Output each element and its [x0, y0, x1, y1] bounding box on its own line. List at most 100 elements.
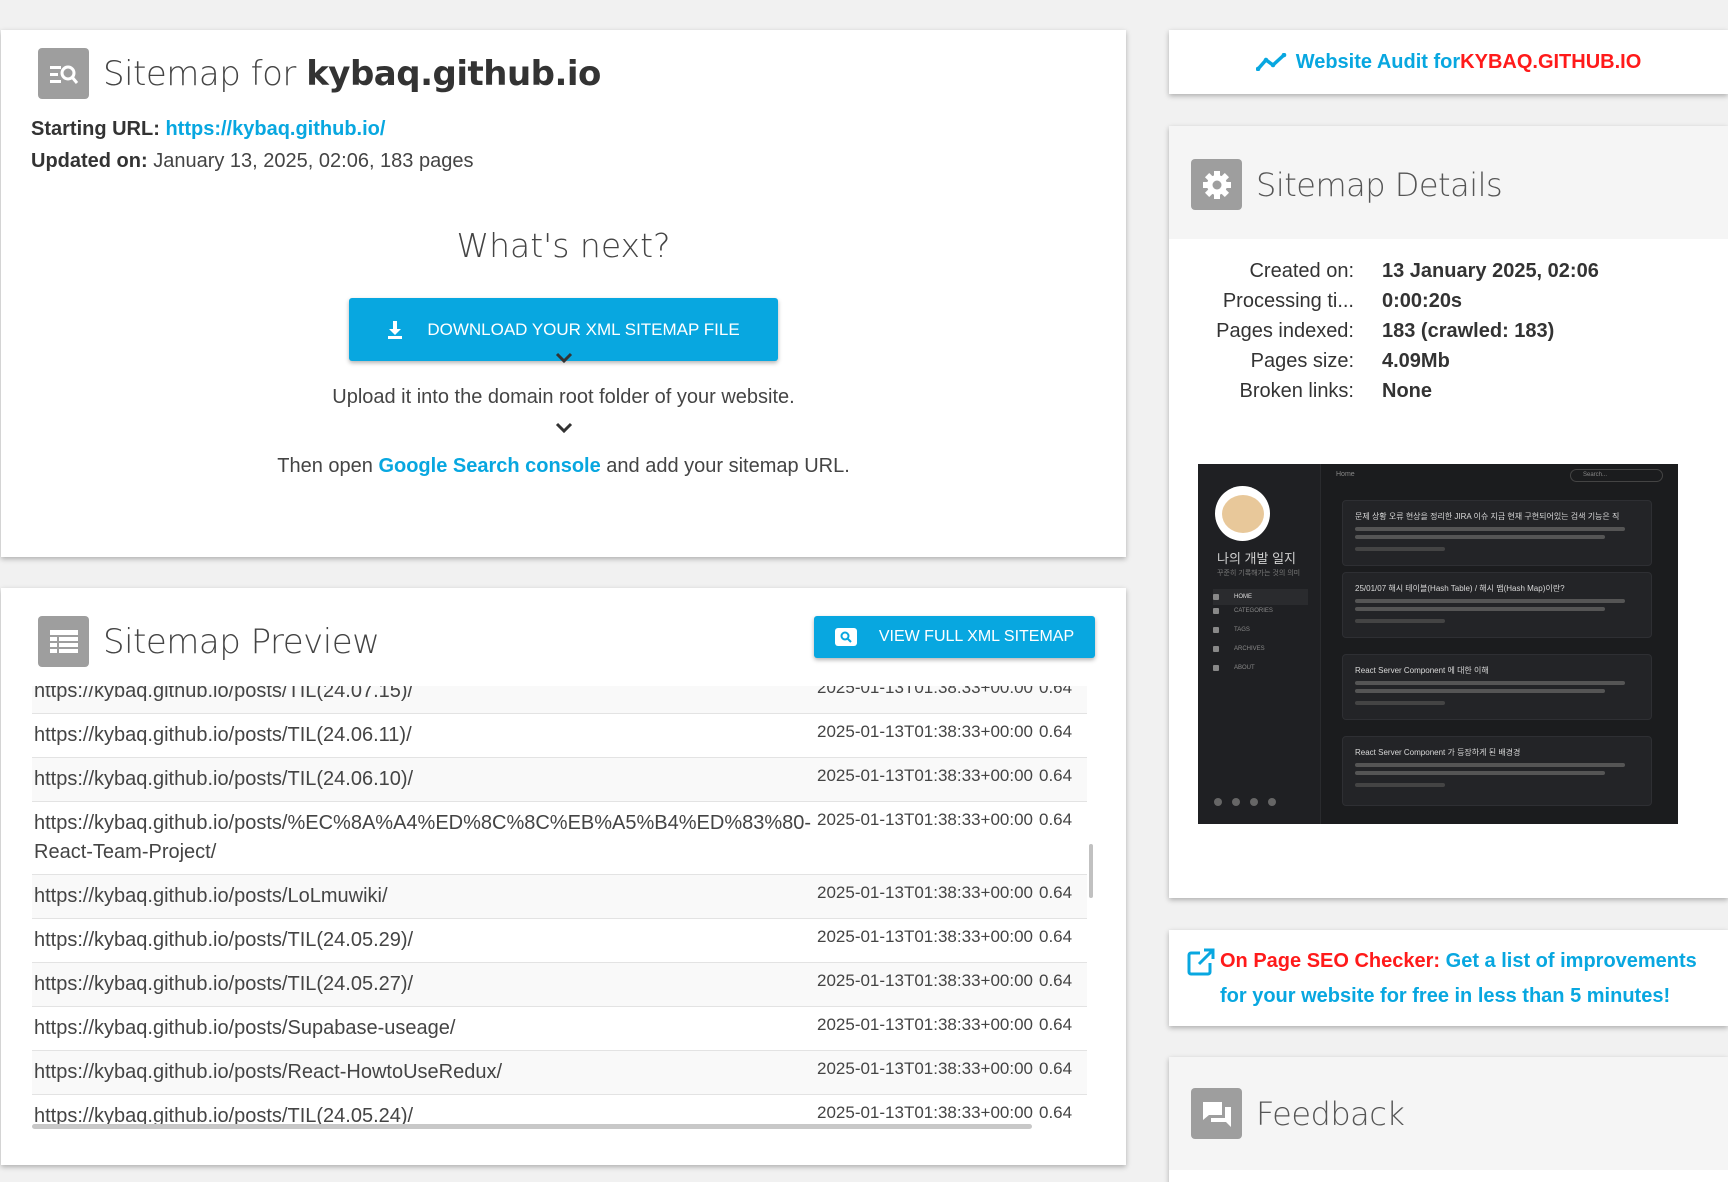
- row-url[interactable]: https://kybaq.github.io/posts/Supabase-u…: [32, 1014, 817, 1043]
- row-lastmod: 2025-01-13T01:38:33+00:00: [817, 722, 1033, 741]
- row-lastmod: 2025-01-13T01:38:33+00:00: [817, 686, 1033, 697]
- row-url[interactable]: https://kybaq.github.io/posts/TIL(24.05.…: [32, 926, 817, 955]
- detail-value: None: [1382, 379, 1432, 402]
- table-row: https://kybaq.github.io/posts/LoLmuwiki/…: [32, 875, 1087, 919]
- detail-row: Processing ti... 0:00:20s: [1169, 286, 1728, 316]
- row-priority: 0.64: [1039, 686, 1073, 697]
- row-lastmod: 2025-01-13T01:38:33+00:00: [817, 766, 1033, 785]
- row-lastmod: 2025-01-13T01:38:33+00:00: [817, 810, 1033, 829]
- sitemap-table[interactable]: https://kybaq.github.io/posts/TIL(24.07.…: [32, 686, 1095, 1132]
- starting-url-line: Starting URL: https://kybaq.github.io/: [31, 118, 386, 140]
- preview-header: Sitemap Preview: [38, 616, 380, 667]
- detail-value: 4.09Mb: [1382, 349, 1450, 372]
- screenshot-nav-item: CATEGORIES: [1213, 608, 1273, 614]
- sitemap-preview-card: Sitemap Preview VIEW FULL XML SITEMAP ht…: [1, 588, 1126, 1165]
- table-row: https://kybaq.github.io/posts/TIL(24.06.…: [32, 758, 1087, 802]
- avatar: [1215, 486, 1270, 541]
- seo-checker-text: On Page SEO Checker: Get a list of impro…: [1220, 950, 1697, 1007]
- row-lastmod: 2025-01-13T01:38:33+00:00: [817, 883, 1033, 902]
- row-priority: 0.64: [1039, 971, 1073, 990]
- detail-label: Processing ti...: [1222, 289, 1354, 312]
- search-console-instruction: Then open Google Search console and add …: [277, 455, 850, 477]
- view-full-xml-sitemap-button[interactable]: VIEW FULL XML SITEMAP: [814, 616, 1095, 658]
- row-lastmod: 2025-01-13T01:38:33+00:00: [817, 1059, 1033, 1078]
- details-header: Sitemap Details: [1169, 126, 1728, 239]
- row-url[interactable]: https://kybaq.github.io/posts/TIL(24.06.…: [32, 721, 817, 750]
- google-search-console-link[interactable]: Google Search console: [378, 455, 600, 477]
- detail-value: 13 January 2025, 02:06: [1382, 259, 1599, 282]
- seo-checker-card[interactable]: On Page SEO Checker: Get a list of impro…: [1169, 930, 1728, 1026]
- detail-row: Pages indexed: 183 (crawled: 183): [1169, 316, 1728, 346]
- screenshot-sidebar: 나의 개발 일지 꾸준히 기록해가는 것의 의미 HOME CATEGORIES T…: [1198, 464, 1321, 824]
- updated-line: Updated on: January 13, 2025, 02:06, 183…: [31, 150, 474, 172]
- detail-row: Created on: 13 January 2025, 02:06: [1169, 256, 1728, 286]
- sitemap-header: Sitemap for kybaq.github.io: [38, 48, 601, 99]
- detail-row: Broken links: None: [1169, 376, 1728, 406]
- external-link-icon: [1187, 948, 1215, 976]
- row-url[interactable]: https://kybaq.github.io/posts/LoLmuwiki/: [32, 882, 817, 911]
- row-priority: 0.64: [1039, 810, 1073, 829]
- search-icon: [834, 628, 857, 646]
- detail-value: 0:00:20s: [1382, 289, 1463, 312]
- row-priority: 0.64: [1039, 927, 1073, 946]
- horizontal-scrollbar[interactable]: [32, 1124, 1032, 1129]
- starting-url-link[interactable]: https://kybaq.github.io/: [165, 118, 385, 140]
- website-screenshot: 나의 개발 일지 꾸준히 기록해가는 것의 의미 HOME CATEGORIES T…: [1198, 464, 1678, 824]
- screenshot-post-card: 25/01/07 해시 테이블(Hash Table) / 해시 맵(Hash …: [1342, 572, 1652, 638]
- detail-label: Pages size:: [1250, 349, 1354, 372]
- row-lastmod: 2025-01-13T01:38:33+00:00: [817, 971, 1033, 990]
- chevron-down-icon: [555, 422, 573, 434]
- row-priority: 0.64: [1039, 883, 1073, 902]
- sitemap-search-icon: [38, 48, 89, 99]
- screenshot-post-card: React Server Component 에 대한 이해: [1342, 654, 1652, 720]
- social-icons: [1214, 798, 1286, 806]
- screenshot-nav-item: TAGS: [1213, 627, 1250, 633]
- row-url[interactable]: https://kybaq.github.io/posts/React-Howt…: [32, 1058, 817, 1087]
- screenshot-post-card: React Server Component 가 등장하게 된 배경경: [1342, 736, 1652, 806]
- screenshot-post-card: 문제 상황 오류 현상을 정리한 JIRA 이슈 지금 현재 구현되어있는 검색…: [1342, 500, 1652, 566]
- row-priority: 0.64: [1039, 1059, 1073, 1078]
- chat-icon: [1191, 1088, 1242, 1139]
- detail-row: Pages size: 4.09Mb: [1169, 346, 1728, 376]
- upload-instruction: Upload it into the domain root folder of…: [332, 386, 795, 408]
- screenshot-nav-item: HOME: [1213, 589, 1308, 605]
- row-url[interactable]: https://kybaq.github.io/posts/TIL(24.07.…: [32, 686, 817, 706]
- trend-line-icon: [1255, 53, 1287, 71]
- whats-next-heading: What's next?: [456, 226, 671, 265]
- download-icon: [388, 320, 403, 339]
- row-url[interactable]: https://kybaq.github.io/posts/TIL(24.06.…: [32, 765, 817, 794]
- detail-label: Broken links:: [1239, 379, 1355, 402]
- feedback-title: Feedback: [1256, 1094, 1405, 1133]
- row-lastmod: 2025-01-13T01:38:33+00:00: [817, 927, 1033, 946]
- sitemap-details-card: Sitemap Details Created on: 13 January 20…: [1169, 126, 1728, 898]
- table-row: https://kybaq.github.io/posts/TIL(24.05.…: [32, 919, 1087, 963]
- row-url[interactable]: https://kybaq.github.io/posts/TIL(24.05.…: [32, 970, 817, 999]
- list-icon: [38, 616, 89, 667]
- screenshot-nav-item: ARCHIVES: [1213, 646, 1265, 652]
- row-priority: 0.64: [1039, 1103, 1073, 1122]
- table-row: https://kybaq.github.io/posts/Supabase-u…: [32, 1007, 1087, 1051]
- row-lastmod: 2025-01-13T01:38:33+00:00: [817, 1015, 1033, 1034]
- screenshot-nav-item: ABOUT: [1213, 665, 1255, 671]
- row-priority: 0.64: [1039, 766, 1073, 785]
- detail-value: 183 (crawled: 183): [1382, 319, 1555, 342]
- chevron-down-icon: [555, 352, 573, 364]
- details-list: Created on: 13 January 2025, 02:06 Process…: [1169, 256, 1728, 406]
- table-row: https://kybaq.github.io/posts/TIL(24.05.…: [32, 963, 1087, 1007]
- detail-label: Created on:: [1249, 259, 1354, 282]
- website-audit-link[interactable]: Website Audit for KYBAQ.GITHUB.IO: [1169, 30, 1728, 94]
- preview-title: Sitemap Preview: [103, 621, 380, 662]
- vertical-scrollbar[interactable]: [1089, 844, 1093, 898]
- row-url[interactable]: https://kybaq.github.io/posts/%EC%8A%A4%…: [32, 809, 817, 867]
- row-priority: 0.64: [1039, 1015, 1073, 1034]
- sitemap-card: Sitemap for kybaq.github.io Starting URL…: [1, 30, 1126, 557]
- table-row: https://kybaq.github.io/posts/%EC%8A%A4%…: [32, 802, 1087, 875]
- row-priority: 0.64: [1039, 722, 1073, 741]
- details-title: Sitemap Details: [1256, 165, 1503, 204]
- table-row: https://kybaq.github.io/posts/TIL(24.07.…: [32, 686, 1087, 714]
- table-row: https://kybaq.github.io/posts/React-Howt…: [32, 1051, 1087, 1095]
- feedback-card: Feedback: [1169, 1057, 1728, 1182]
- table-row: https://kybaq.github.io/posts/TIL(24.06.…: [32, 714, 1087, 758]
- gear-icon: [1191, 159, 1242, 210]
- page-title: Sitemap for kybaq.github.io: [103, 53, 601, 94]
